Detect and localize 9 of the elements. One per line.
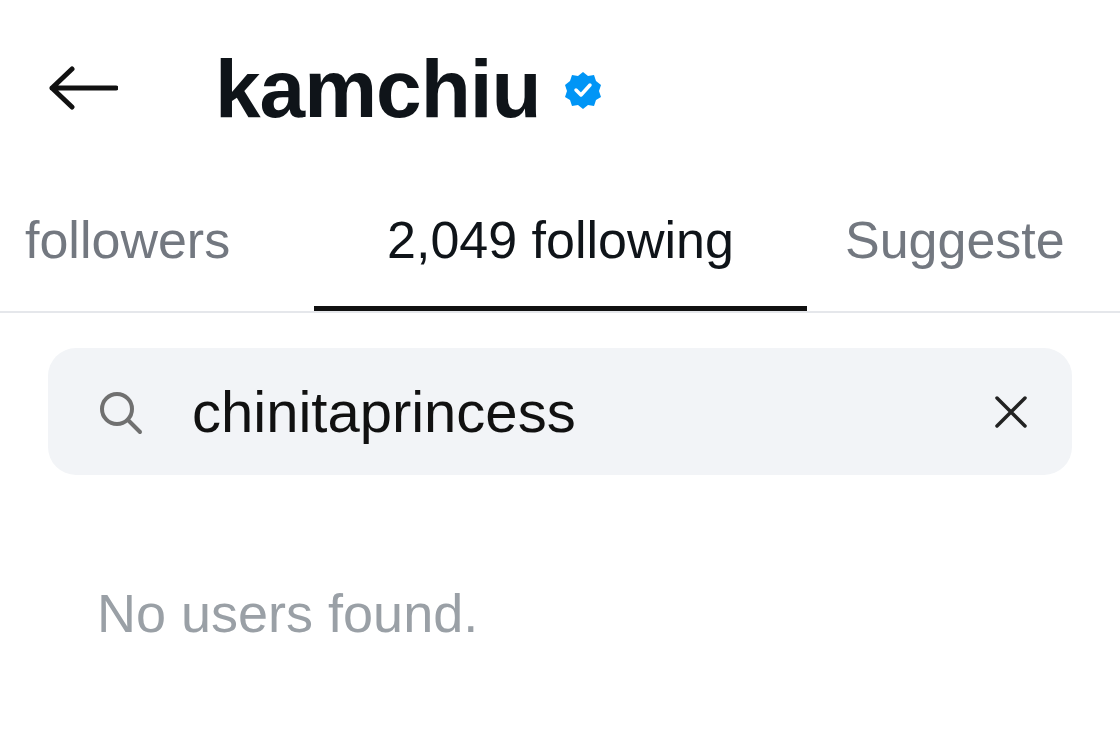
profile-username: kamchiu: [215, 41, 541, 136]
tab[interactable]: Suggeste: [807, 176, 1120, 311]
tab[interactable]: followers: [0, 176, 314, 311]
empty-message: No users found.: [96, 582, 480, 645]
search-field[interactable]: chinitaprincess: [48, 348, 1072, 475]
clear-icon[interactable]: [994, 394, 1028, 429]
search-input[interactable]: chinitaprincess: [192, 368, 994, 455]
back-arrow-icon[interactable]: [48, 66, 118, 110]
tab[interactable]: 2,049 following: [314, 176, 807, 311]
